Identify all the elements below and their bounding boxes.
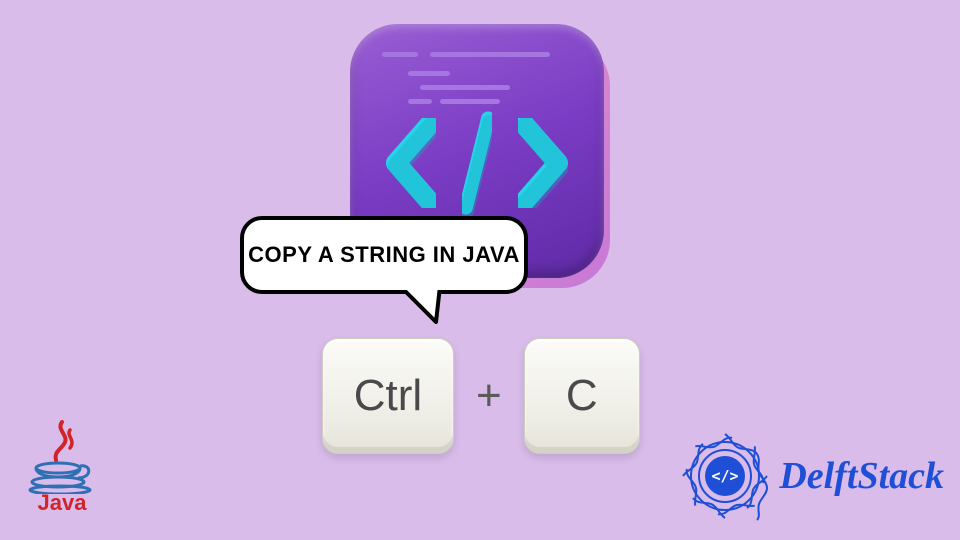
plus-separator: + bbox=[476, 371, 502, 421]
speech-bubble: COPY A STRING IN JAVA bbox=[240, 216, 528, 294]
java-logo: Java bbox=[12, 420, 112, 530]
ctrl-key: Ctrl bbox=[322, 338, 454, 454]
code-brackets-icon bbox=[386, 106, 568, 216]
speech-bubble-tail bbox=[396, 286, 444, 328]
speech-text: COPY A STRING IN JAVA bbox=[248, 242, 520, 268]
java-logo-text: Java bbox=[38, 490, 87, 516]
java-cup-icon bbox=[26, 420, 98, 494]
c-key-label: C bbox=[566, 371, 598, 421]
c-key: C bbox=[524, 338, 640, 454]
delftstack-logo-text: DelftStack bbox=[779, 454, 944, 498]
delft-badge-icon: </> bbox=[679, 430, 771, 522]
svg-text:</>: </> bbox=[712, 467, 739, 485]
ctrl-key-label: Ctrl bbox=[354, 371, 422, 421]
delftstack-logo: </> DelftStack bbox=[679, 430, 944, 522]
keyboard-shortcut: Ctrl + C bbox=[322, 338, 640, 454]
